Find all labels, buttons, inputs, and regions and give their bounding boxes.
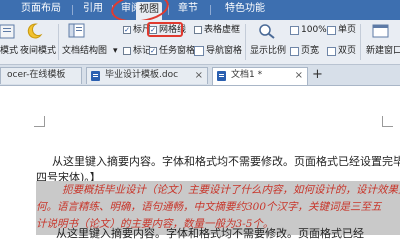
- markup-checkbox[interactable]: [123, 47, 131, 55]
- magnifier-icon[interactable]: [258, 23, 276, 39]
- guide-line-2: 何。语言精练、明确，语句通畅，中文摘要约300个汉字，关键词是三至五: [36, 201, 382, 213]
- close-icon[interactable]: ×: [295, 68, 303, 83]
- doc-tab-document1[interactable]: 文档1 * ×: [212, 67, 308, 85]
- ribbon-divider: [58, 24, 59, 60]
- nav-pane-button[interactable]: 导航窗格: [206, 46, 242, 57]
- tab-divider: [72, 5, 73, 15]
- margin-marker: [382, 116, 393, 127]
- add-tab-icon[interactable]: +: [312, 67, 323, 83]
- doc-tab-title: 毕业设计模板.doc: [105, 70, 179, 80]
- abstract-line-1: 从这里键入摘要内容。字体和格式均不需要修改。页面格式已经设置完毕(小: [52, 155, 400, 168]
- two-pages-icon[interactable]: [327, 47, 336, 56]
- zoom-100-icon[interactable]: [290, 26, 299, 35]
- mode-label[interactable]: 模式: [0, 46, 18, 57]
- document-tab-bar: ocer-在线模板 毕业设计模板.doc × 文档1 * × +: [0, 65, 400, 86]
- table-grid-label: 表格虚框: [204, 25, 241, 35]
- tab-chapter[interactable]: 章节: [175, 2, 201, 16]
- task-pane-label: 任务窗格: [159, 46, 196, 56]
- table-grid-checkbox[interactable]: [194, 26, 202, 34]
- doc-tab-title: 文档1 *: [231, 70, 263, 80]
- margin-marker: [34, 116, 45, 127]
- word-doc-icon: [217, 71, 226, 81]
- doc-tab-title: ocer-在线模板: [7, 70, 66, 80]
- tab-page-layout[interactable]: 页面布局: [18, 2, 64, 16]
- task-pane-checkbox[interactable]: ✓: [149, 47, 157, 55]
- ribbon-divider: [245, 24, 246, 60]
- new-window-icon[interactable]: [372, 23, 390, 39]
- one-page-button[interactable]: 单页: [338, 25, 356, 36]
- page-width-button[interactable]: 页宽: [301, 46, 319, 57]
- ribbon-divider: [360, 24, 361, 60]
- guide-line-1: 扼要概括毕业设计（论文）主要设计了什么内容，如何设计的，设计效果如: [62, 184, 400, 196]
- two-pages-button[interactable]: 双页: [338, 46, 356, 57]
- one-page-icon[interactable]: [327, 26, 336, 35]
- word-doc-icon: [91, 71, 100, 81]
- read-mode-icon[interactable]: [0, 24, 18, 40]
- night-mode-button[interactable]: 夜间模式: [20, 46, 56, 57]
- document-map-icon[interactable]: [68, 23, 86, 39]
- zoom-ratio-button[interactable]: 显示比例: [250, 46, 286, 57]
- tab-references[interactable]: 引用: [80, 2, 106, 16]
- chevron-down-icon[interactable]: ▾: [113, 46, 118, 57]
- document-canvas[interactable]: 从这里键入摘要内容。字体和格式均不需要修改。页面格式已经设置完毕(小 四号宋体)…: [0, 86, 400, 240]
- tab-divider: [210, 5, 211, 15]
- doc-structure-button[interactable]: 文档结构图: [62, 46, 107, 57]
- tab-special-features[interactable]: 特色功能: [222, 2, 268, 16]
- zoom-value[interactable]: 100%: [301, 25, 327, 36]
- red-annotation-box: [147, 22, 183, 37]
- moon-icon[interactable]: [25, 23, 43, 39]
- ribbon-tab-bar: 页面布局 引用 审阅 视图 章节 特色功能: [0, 0, 400, 26]
- doc-tab-thesis-template[interactable]: 毕业设计模板.doc ×: [86, 67, 208, 84]
- page-width-icon[interactable]: [290, 47, 299, 56]
- new-window-button[interactable]: 新建窗口: [366, 46, 400, 57]
- nav-pane-icon[interactable]: [194, 46, 204, 56]
- close-icon[interactable]: ×: [195, 68, 203, 83]
- doc-tab-online-template[interactable]: ocer-在线模板: [0, 67, 82, 84]
- ruler-checkbox[interactable]: ✓: [123, 26, 131, 34]
- ribbon-panel: 模式 夜间模式 文档结构图 ▾ ✓ 标尺 ✓ 网格线 表格虚框 标记 ✓ 任务窗…: [0, 20, 400, 65]
